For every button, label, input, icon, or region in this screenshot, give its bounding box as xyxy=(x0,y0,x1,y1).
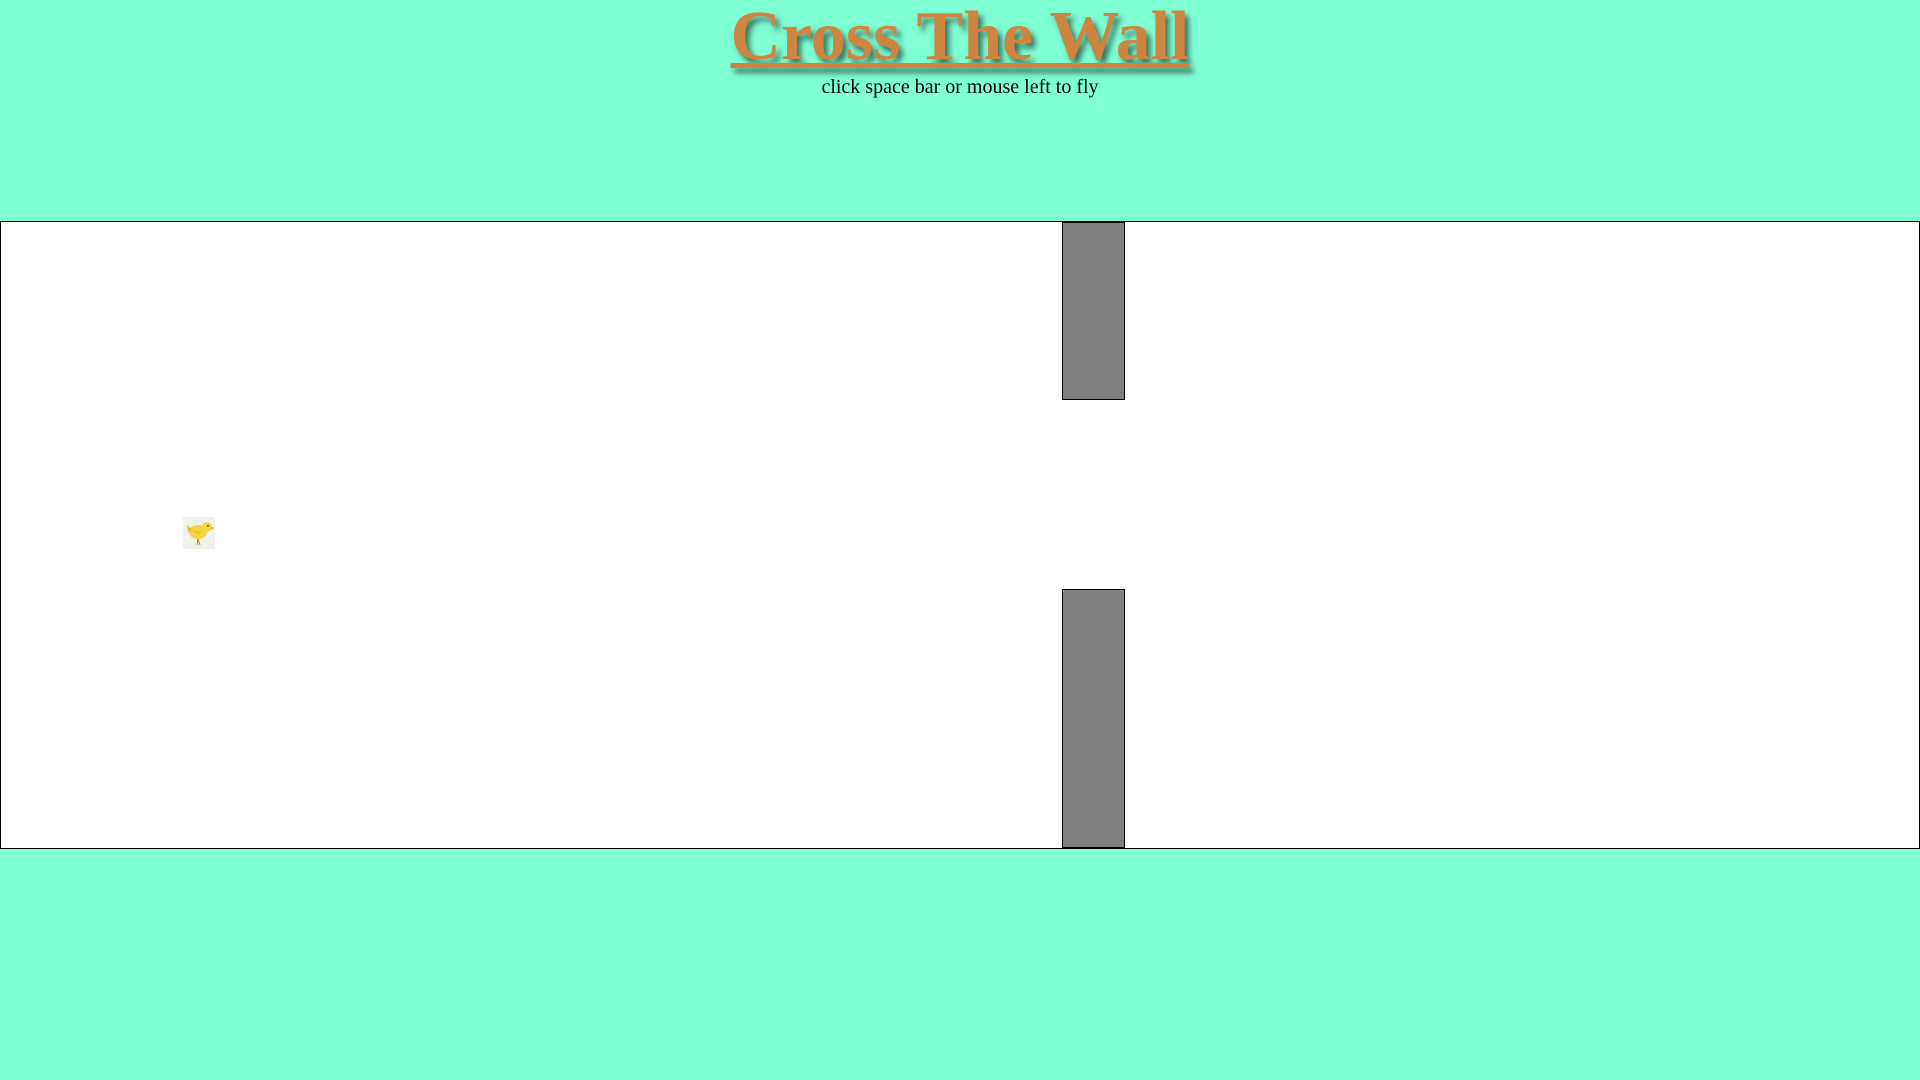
bird-icon xyxy=(183,517,215,549)
bird-icon-graphic xyxy=(187,522,214,546)
wall-top xyxy=(1062,222,1125,400)
game-area[interactable] xyxy=(0,221,1920,849)
instructions-text: click space bar or mouse left to fly xyxy=(821,76,1099,98)
wall-bottom xyxy=(1062,589,1125,848)
header: Cross The Wall click space bar or mouse … xyxy=(0,0,1920,99)
game-title: Cross The Wall xyxy=(730,0,1190,75)
